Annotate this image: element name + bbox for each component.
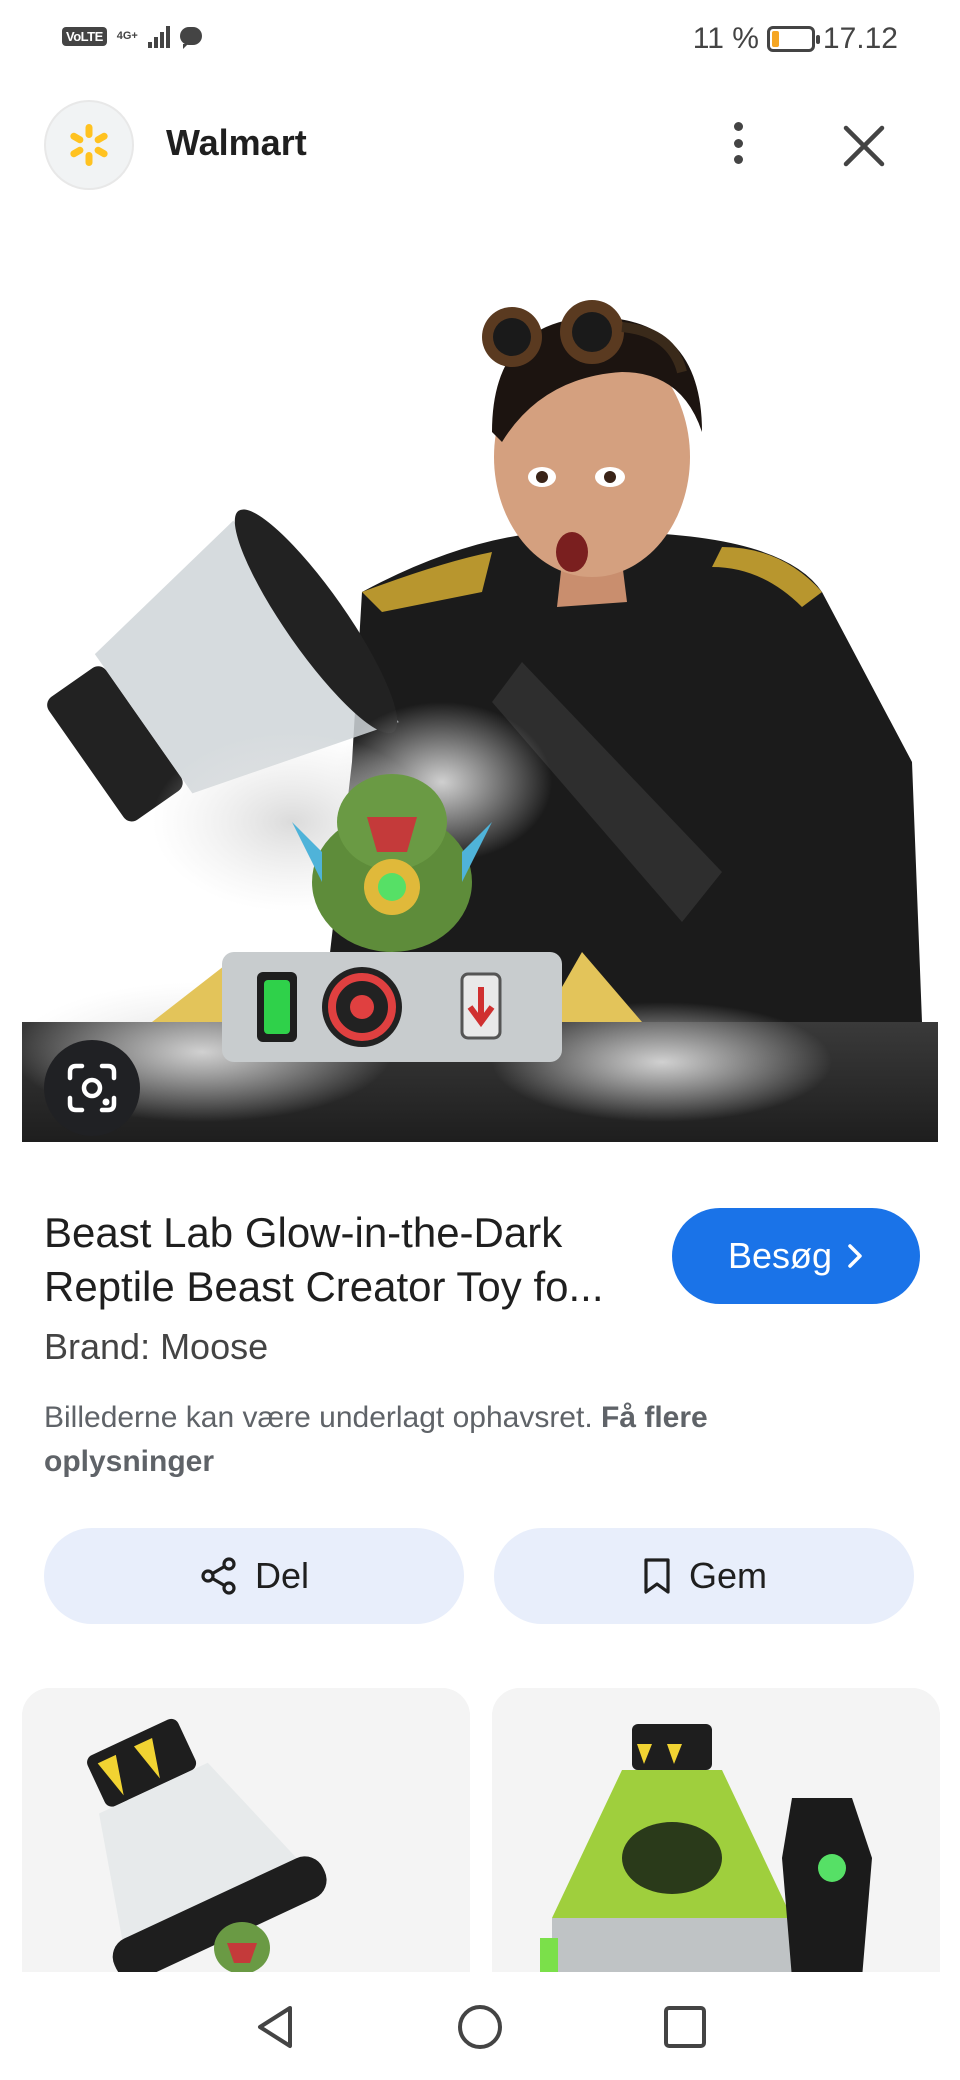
- copyright-text: Billederne kan være underlagt ophavsret.: [44, 1401, 593, 1434]
- status-bar: VoLTE 4G+ 11 % 17.12: [0, 0, 960, 84]
- chevron-right-icon: [848, 1244, 862, 1268]
- message-notification-icon: [179, 27, 202, 49]
- save-button-label: Gem: [688, 1555, 767, 1596]
- share-icon: [201, 1557, 236, 1595]
- battery-percent: 11 %: [692, 22, 759, 55]
- status-left: VoLTE 4G+: [62, 24, 202, 49]
- share-button-label: Del: [254, 1555, 310, 1596]
- product-image[interactable]: [22, 262, 938, 1142]
- product-title-line-1: Beast Lab Glow-in-the-Dark: [44, 1209, 563, 1256]
- system-nav-bar: [0, 1972, 960, 2080]
- back-icon[interactable]: [250, 2002, 300, 2052]
- recents-icon[interactable]: [660, 2002, 710, 2052]
- visit-button[interactable]: Besøg: [672, 1208, 920, 1304]
- share-button[interactable]: Del: [44, 1528, 464, 1624]
- source-header: Walmart: [0, 90, 960, 200]
- lens-icon: [67, 1063, 117, 1113]
- battery-icon: [766, 26, 820, 52]
- close-icon[interactable]: [842, 124, 886, 168]
- bookmark-icon: [644, 1558, 670, 1594]
- product-title[interactable]: Beast Lab Glow-in-the-Dark Reptile Beast…: [44, 1206, 634, 1314]
- related-image-card[interactable]: [22, 1688, 470, 1978]
- home-icon[interactable]: [455, 2002, 505, 2052]
- signal-icon: [147, 24, 170, 48]
- image-viewer-page: VoLTE 4G+ 11 % 17.12 Walmart Beast Lab G…: [0, 0, 960, 2080]
- clock: 17.12: [822, 22, 898, 55]
- source-site-name[interactable]: Walmart: [166, 122, 307, 164]
- product-brand: Brand: Moose: [44, 1326, 269, 1367]
- status-right: 11 % 17.12: [693, 22, 898, 56]
- network-type: 4G+: [116, 30, 138, 42]
- more-vert-icon[interactable]: [718, 118, 758, 168]
- google-lens-button[interactable]: [44, 1040, 140, 1136]
- visit-button-label: Besøg: [727, 1235, 833, 1276]
- save-button[interactable]: Gem: [494, 1528, 914, 1624]
- volte-badge: VoLTE: [62, 26, 107, 46]
- related-image-card[interactable]: [492, 1688, 940, 1978]
- walmart-spark-icon[interactable]: [44, 100, 134, 190]
- product-title-line-2: Reptile Beast Creator Toy fo...: [44, 1263, 604, 1310]
- copyright-notice: Billederne kan være underlagt ophavsret.…: [44, 1396, 844, 1484]
